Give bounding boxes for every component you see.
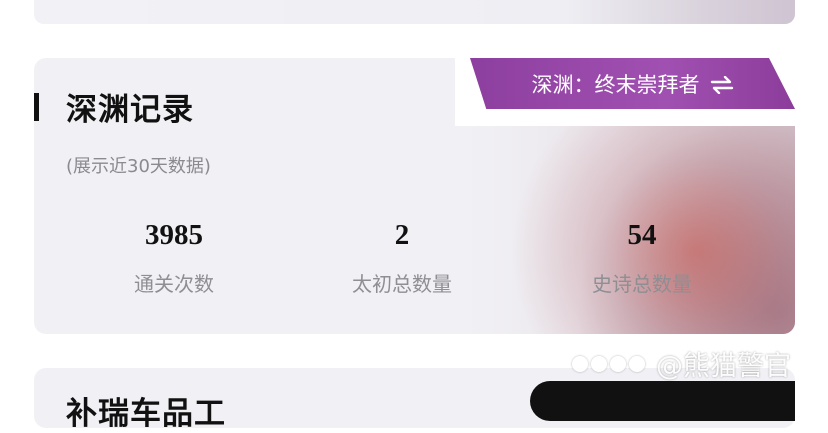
swap-icon (710, 75, 734, 94)
stat-clear-count: 3985 通关次数 (64, 218, 284, 297)
section-title: 深渊记录 (66, 92, 194, 128)
stat-value: 2 (394, 219, 410, 251)
watermark-text: @熊猫警官 (656, 351, 791, 382)
next-card-pill[interactable] (530, 381, 795, 421)
stat-primordial-count: 2 太初总数量 (292, 218, 512, 297)
previous-card (34, 0, 795, 24)
stat-value: 54 (627, 219, 657, 251)
data-range-note: (展示近30天数据) (66, 156, 211, 177)
stat-value: 3985 (145, 219, 203, 251)
realm-switch-button[interactable]: 深渊：终末崇拜者 (470, 58, 795, 109)
realm-switch-label: 深渊：终末崇拜者 (531, 72, 700, 97)
watermark-logo-icon (572, 356, 648, 376)
stat-label: 通关次数 (134, 272, 214, 296)
stat-label: 史诗总数量 (592, 272, 692, 296)
stat-epic-count: 54 史诗总数量 (532, 218, 752, 297)
stat-label: 太初总数量 (352, 272, 452, 296)
title-accent-bar (34, 93, 39, 121)
next-section-title: 补瑞车品工 (66, 396, 226, 432)
